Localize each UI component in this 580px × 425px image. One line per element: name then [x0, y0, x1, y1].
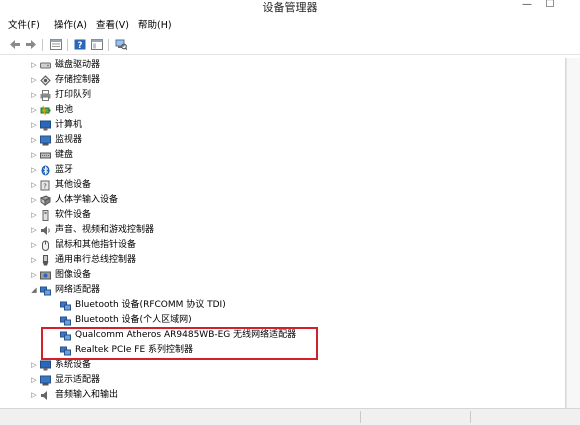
toolbar-separator [42, 39, 43, 51]
toolbar: ? [0, 35, 580, 55]
collapse-arrow-icon[interactable]: ◢ [30, 286, 38, 295]
status-cell-divider [470, 411, 471, 423]
tree-item-label: 声音、视频和游戏控制器 [55, 225, 155, 235]
status-cell-divider [360, 411, 361, 423]
tree-item-label: 打印队列 [55, 90, 92, 100]
monitor-icon [40, 135, 51, 146]
audio-io-icon [40, 390, 51, 401]
mouse-icon [40, 240, 51, 251]
tree-item-label: 人体学输入设备 [55, 195, 119, 205]
imaging-device-icon [40, 270, 51, 281]
tree-item-label: 监视器 [55, 135, 83, 145]
tree-item-label: 其他设备 [55, 180, 92, 190]
maximize-button[interactable]: ☐ [540, 0, 560, 12]
hid-icon [40, 195, 51, 206]
tree-item-label: 音频输入和输出 [55, 390, 119, 400]
printer-icon [40, 90, 51, 101]
toolbar-separator [67, 39, 68, 51]
tree-item-label: 存储控制器 [55, 75, 101, 85]
expand-arrow-icon[interactable]: ▷ [30, 391, 38, 400]
menu-bar: 文件(F) 操作(A) 查看(V) 帮助(H) [0, 17, 580, 35]
menu-action[interactable]: 操作(A) [54, 20, 87, 32]
tree-item-label: 通用串行总线控制器 [55, 255, 137, 265]
toolbar-separator [108, 39, 109, 51]
display-adapter-icon [40, 375, 51, 386]
expand-arrow-icon[interactable]: ▷ [30, 151, 38, 160]
bluetooth-icon [40, 165, 51, 176]
expand-arrow-icon[interactable]: ▷ [30, 76, 38, 85]
title-bar: 设备管理器 — ☐ [0, 0, 580, 16]
expand-arrow-icon[interactable]: ▷ [30, 241, 38, 250]
sound-icon [40, 225, 51, 236]
expand-arrow-icon[interactable]: ▷ [30, 196, 38, 205]
vertical-scrollbar[interactable] [566, 58, 580, 408]
disk-drive-icon [40, 60, 51, 71]
expand-arrow-icon[interactable]: ▷ [30, 91, 38, 100]
tree-item-label: 鼠标和其他指针设备 [55, 240, 137, 250]
expand-arrow-icon[interactable]: ▷ [30, 211, 38, 220]
tree-item-label: 系统设备 [55, 360, 92, 370]
minimize-button[interactable]: — [517, 0, 537, 12]
properties-icon[interactable] [50, 39, 62, 50]
highlight-annotation [41, 327, 318, 360]
menu-file[interactable]: 文件(F) [8, 20, 40, 32]
forward-arrow-icon[interactable] [25, 39, 37, 50]
svg-text:?: ? [78, 41, 83, 50]
help-icon[interactable]: ? [74, 39, 86, 50]
tree-item-label: Bluetooth 设备(个人区域网) [75, 315, 192, 325]
network-adapter-icon [60, 315, 71, 326]
back-arrow-icon[interactable] [9, 39, 21, 50]
scan-hardware-icon[interactable] [115, 39, 127, 50]
tree-item-label: 计算机 [55, 120, 83, 130]
network-adapter-icon [60, 300, 71, 311]
software-device-icon [40, 210, 51, 221]
expand-arrow-icon[interactable]: ▷ [30, 271, 38, 280]
expand-arrow-icon[interactable]: ▷ [30, 256, 38, 265]
menu-help[interactable]: 帮助(H) [138, 20, 172, 32]
svg-text:?: ? [43, 183, 47, 191]
expand-arrow-icon[interactable]: ▷ [30, 376, 38, 385]
usb-icon [40, 255, 51, 266]
system-device-icon [40, 360, 51, 371]
other-devices-icon: ? [40, 180, 51, 191]
expand-arrow-icon[interactable]: ▷ [30, 106, 38, 115]
tree-item-label: 蓝牙 [55, 165, 74, 175]
tree-item-label: 软件设备 [55, 210, 92, 220]
window-title: 设备管理器 [262, 1, 318, 14]
tree-item-label: 网络适配器 [55, 285, 101, 295]
status-bar [0, 408, 580, 425]
tree-item-label: Bluetooth 设备(RFCOMM 协议 TDI) [75, 300, 226, 310]
expand-arrow-icon[interactable]: ▷ [30, 166, 38, 175]
show-hide-console-tree-icon[interactable] [91, 39, 103, 50]
tree-item-label: 电池 [55, 105, 74, 115]
tree-item-label: 磁盘驱动器 [55, 60, 101, 70]
expand-arrow-icon[interactable]: ▷ [30, 121, 38, 130]
keyboard-icon [40, 150, 51, 161]
computer-icon [40, 120, 51, 131]
network-adapter-icon [40, 285, 51, 296]
expand-arrow-icon[interactable]: ▷ [30, 136, 38, 145]
tree-item-label: 键盘 [55, 150, 74, 160]
battery-icon [40, 105, 51, 116]
expand-arrow-icon[interactable]: ▷ [30, 361, 38, 370]
expand-arrow-icon[interactable]: ▷ [30, 61, 38, 70]
tree-item-label: 图像设备 [55, 270, 92, 280]
tree-item-label: 显示适配器 [55, 375, 101, 385]
expand-arrow-icon[interactable]: ▷ [30, 226, 38, 235]
menu-view[interactable]: 查看(V) [96, 20, 129, 32]
expand-arrow-icon[interactable]: ▷ [30, 181, 38, 190]
storage-controller-icon [40, 75, 51, 86]
